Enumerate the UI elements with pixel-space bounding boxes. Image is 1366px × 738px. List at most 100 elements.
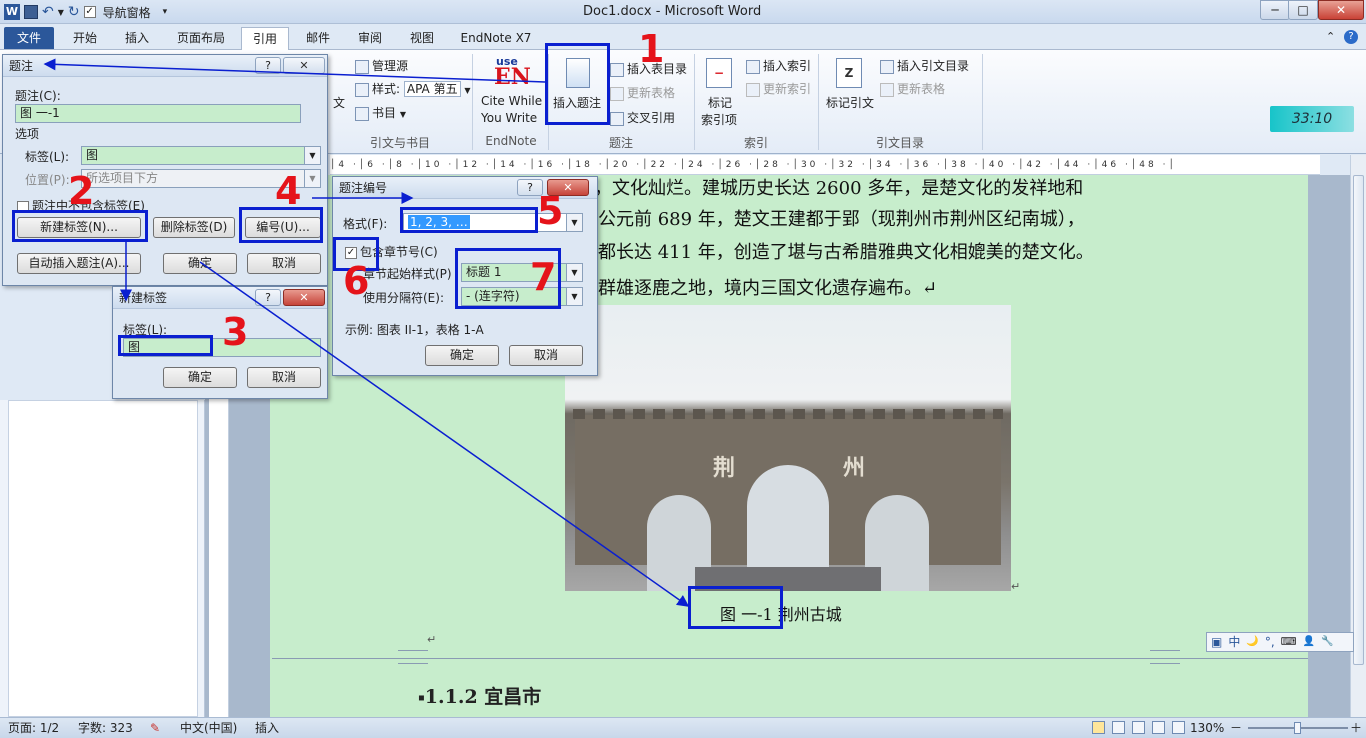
- vertical-ruler[interactable]: [209, 380, 229, 717]
- caption-input[interactable]: 图 一-1: [15, 104, 301, 123]
- step-number-2: 2: [68, 169, 95, 213]
- ime-user-icon[interactable]: 👤: [1303, 633, 1315, 651]
- minimize-button[interactable]: ─: [1260, 0, 1290, 20]
- cancel-button[interactable]: 取消: [247, 367, 321, 388]
- dialog-close-button[interactable]: ✕: [283, 57, 325, 74]
- zoom-out-button[interactable]: －: [1230, 718, 1242, 738]
- ime-punct[interactable]: °,: [1265, 633, 1275, 651]
- close-button[interactable]: ✕: [1318, 0, 1364, 20]
- delete-label-button[interactable]: 删除标签(D): [153, 217, 235, 238]
- paragraph-mark: ↵: [1011, 580, 1021, 593]
- update-table-button[interactable]: 更新表格: [610, 84, 675, 101]
- language[interactable]: 中文(中国): [180, 718, 237, 738]
- update-index-button[interactable]: 更新索引: [746, 80, 811, 97]
- options-heading: 选项: [15, 127, 40, 141]
- ime-toolbar[interactable]: ▣ 中 🌙 °, ⌨ 👤 🔧: [1206, 632, 1354, 652]
- navigation-pane-content[interactable]: [8, 400, 198, 717]
- customize-icon[interactable]: ▾: [163, 7, 168, 17]
- step-number-5: 5: [537, 189, 564, 233]
- quick-access-toolbar: W ↶ ▼ ↻ ✓ 导航窗格 ▾: [4, 3, 167, 21]
- ime-keyboard-icon[interactable]: ⌨: [1281, 633, 1297, 651]
- ime-moon-icon[interactable]: 🌙: [1246, 633, 1258, 651]
- page-count[interactable]: 页面: 1/2: [8, 718, 59, 738]
- insert-citation-partial[interactable]: 文: [333, 94, 345, 111]
- label-select[interactable]: 图 ▼: [81, 146, 321, 165]
- annotation-box-insert-caption: [545, 43, 610, 125]
- word-count[interactable]: 字数: 323: [78, 718, 133, 738]
- numbering-example: 示例: 图表 II-1，表格 1-A: [345, 323, 484, 337]
- endnote-logo: EN: [494, 64, 531, 90]
- insert-mode[interactable]: 插入: [255, 718, 279, 738]
- scroll-thumb[interactable]: [1353, 175, 1364, 665]
- ime-tool-icon[interactable]: 🔧: [1321, 633, 1333, 651]
- chevron-down-icon[interactable]: ▼: [566, 214, 582, 231]
- help-button[interactable]: ?: [255, 57, 281, 74]
- horizontal-ruler[interactable]: │4 ·│6 ·│8 ·│10 ·│12 ·│14 ·│16 ·│18 ·│20…: [330, 155, 1320, 175]
- bibliography-button[interactable]: 书目 ▼: [355, 104, 406, 121]
- outline-icon[interactable]: [1152, 721, 1165, 734]
- manage-sources-button[interactable]: 管理源: [355, 57, 408, 74]
- insert-toa-icon: [880, 59, 894, 74]
- bibliography-icon: [355, 106, 369, 121]
- ok-button[interactable]: 确定: [425, 345, 499, 366]
- collapse-ribbon-icon[interactable]: ⌃: [1326, 30, 1335, 43]
- tab-page-layout[interactable]: 页面布局: [168, 27, 234, 49]
- mark-citation-button[interactable]: 标记引文: [826, 94, 874, 111]
- update-toa-button[interactable]: 更新表格: [880, 80, 945, 97]
- chevron-down-icon[interactable]: ▼: [304, 147, 320, 164]
- save-icon[interactable]: [24, 5, 38, 19]
- cancel-button[interactable]: 取消: [509, 345, 583, 366]
- dialog-close-button[interactable]: ✕: [283, 289, 325, 306]
- insert-toa-button[interactable]: 插入引文目录: [880, 57, 969, 74]
- style-icon: [355, 82, 369, 97]
- group-captions: 题注: [608, 136, 633, 150]
- ok-button[interactable]: 确定: [163, 253, 237, 274]
- print-layout-icon[interactable]: [1092, 721, 1105, 734]
- zoom-in-button[interactable]: ＋: [1350, 718, 1362, 738]
- chevron-down-icon[interactable]: ▼: [566, 264, 582, 281]
- window-title: Doc1.docx - Microsoft Word: [583, 4, 762, 19]
- chevron-down-icon[interactable]: ▼: [304, 170, 320, 187]
- tab-review[interactable]: 审阅: [347, 27, 393, 49]
- tab-endnote[interactable]: EndNote X7: [455, 27, 537, 49]
- nav-pane-checkbox[interactable]: ✓: [83, 6, 96, 18]
- help-button[interactable]: ?: [255, 289, 281, 306]
- group-citations: 引文与书目: [369, 136, 430, 150]
- tab-insert[interactable]: 插入: [114, 27, 160, 49]
- mark-entry-line2[interactable]: 索引项: [701, 111, 737, 128]
- jingzhou-gate-photo[interactable]: 荆 州: [565, 305, 1011, 591]
- dropdown-icon[interactable]: ▼: [58, 8, 64, 17]
- cite-while-line2[interactable]: You Write: [481, 111, 537, 125]
- ime-chinese[interactable]: 中: [1228, 633, 1240, 651]
- zoom-level[interactable]: 130%: [1190, 718, 1224, 738]
- redo-icon[interactable]: ↻: [68, 4, 80, 20]
- tab-references[interactable]: 引用: [241, 27, 289, 52]
- help-icon[interactable]: ?: [1344, 30, 1358, 44]
- style-selector[interactable]: 样式: APA 第五 ▼: [355, 80, 471, 97]
- tab-file[interactable]: 文件: [4, 27, 54, 49]
- caption-label: 题注(C):: [15, 89, 61, 103]
- full-screen-icon[interactable]: [1112, 721, 1125, 734]
- annotation-box-label-input: [118, 335, 213, 356]
- cite-while-line1[interactable]: Cite While: [481, 94, 542, 108]
- tab-home[interactable]: 开始: [62, 27, 108, 49]
- autocaption-button[interactable]: 自动插入题注(A)...: [17, 253, 141, 274]
- maximize-button[interactable]: □: [1288, 0, 1318, 20]
- mark-entry-line1[interactable]: 标记: [708, 94, 732, 111]
- proofing-icon[interactable]: ✎: [150, 718, 160, 738]
- ok-button[interactable]: 确定: [163, 367, 237, 388]
- undo-icon[interactable]: ↶: [42, 4, 54, 20]
- cancel-button[interactable]: 取消: [247, 253, 321, 274]
- tab-mailings[interactable]: 邮件: [295, 27, 341, 49]
- annotation-box-format: [400, 207, 538, 233]
- zoom-slider-thumb[interactable]: [1294, 722, 1301, 734]
- draft-icon[interactable]: [1172, 721, 1185, 734]
- web-layout-icon[interactable]: [1132, 721, 1145, 734]
- insert-index-button[interactable]: 插入索引: [746, 57, 811, 74]
- nav-pane-label: 导航窗格: [102, 5, 151, 20]
- heading-yichang[interactable]: ▪1.1.2 宜昌市: [418, 682, 541, 709]
- cross-reference-button[interactable]: 交叉引用: [610, 109, 675, 126]
- tab-view[interactable]: 视图: [399, 27, 445, 49]
- ime-logo-icon[interactable]: ▣: [1211, 633, 1222, 651]
- chevron-down-icon[interactable]: ▼: [566, 288, 582, 305]
